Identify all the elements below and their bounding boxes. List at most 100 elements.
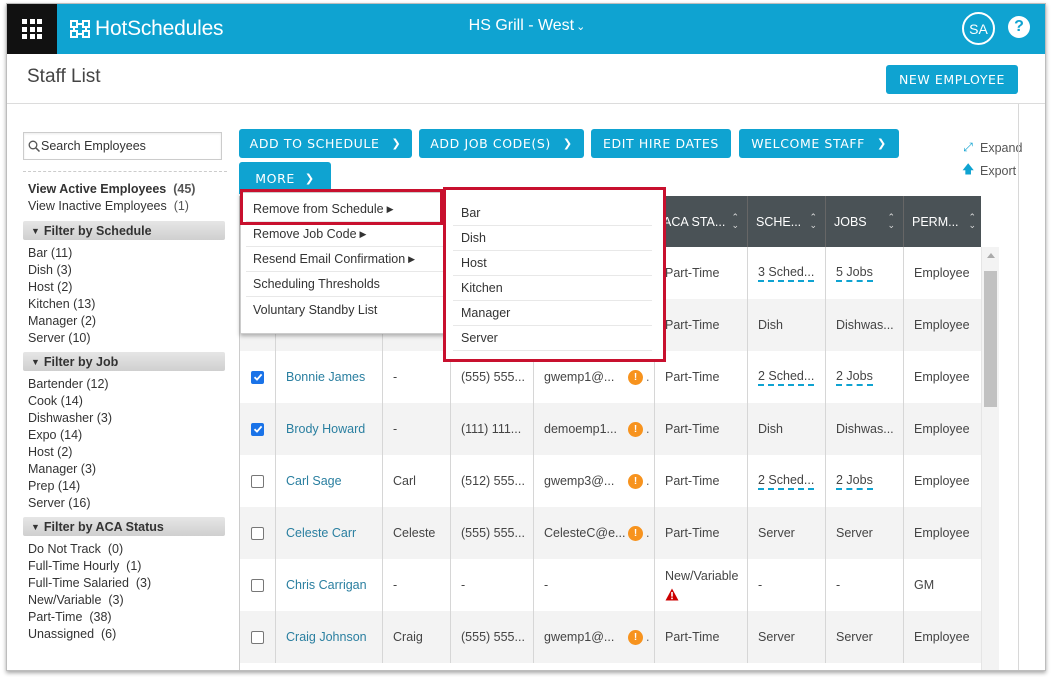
column-header-jobs[interactable]: JOBS ⌃ ⌄ bbox=[826, 196, 904, 247]
new-employee-button[interactable]: NEW EMPLOYEE bbox=[886, 65, 1018, 94]
employee-name-link[interactable]: Bonnie James bbox=[286, 370, 365, 384]
filter-item[interactable]: Cook (14) bbox=[28, 393, 227, 410]
user-avatar[interactable]: SA bbox=[962, 12, 995, 45]
submenu-item[interactable]: Bar bbox=[453, 201, 652, 226]
filter-item[interactable]: Server (10) bbox=[28, 330, 227, 347]
menu-item-remove-from-schedule[interactable]: Remove from Schedule ▶ bbox=[246, 197, 447, 222]
view-label: View Active Employees bbox=[28, 182, 167, 196]
submenu-item[interactable]: Dish bbox=[453, 226, 652, 251]
row-checkbox[interactable] bbox=[251, 526, 264, 540]
hotschedules-logo[interactable]: HotSchedules bbox=[69, 14, 224, 44]
schedules-cell: - bbox=[748, 559, 826, 611]
filter-by-job-header[interactable]: ▼ Filter by Job bbox=[23, 352, 225, 371]
filter-item[interactable]: Part-Time (38) bbox=[28, 609, 227, 626]
row-checkbox[interactable] bbox=[251, 422, 264, 436]
filter-item[interactable]: Full-Time Salaried (3) bbox=[28, 575, 227, 592]
nickname-cell: Craig bbox=[383, 611, 451, 663]
email-warning-icon[interactable]: ! bbox=[628, 473, 643, 489]
submenu-item[interactable]: Server bbox=[453, 326, 652, 351]
search-employees-input[interactable]: Search Employees bbox=[23, 132, 222, 160]
name-cell: Celeste Carr bbox=[276, 507, 383, 559]
filter-item[interactable]: Unassigned (6) bbox=[28, 626, 227, 643]
view-inactive-employees-link[interactable]: View Inactive Employees (1) bbox=[23, 199, 227, 216]
scrollbar-thumb[interactable] bbox=[984, 271, 997, 407]
aca-status-cell: Part-Time bbox=[655, 507, 748, 559]
filter-by-aca-status-header[interactable]: ▼ Filter by ACA Status bbox=[23, 517, 225, 536]
menu-item-remove-job-code[interactable]: Remove Job Code ▶ bbox=[246, 222, 447, 247]
schedules-value[interactable]: 3 Sched... bbox=[758, 265, 815, 282]
edit-hire-dates-button[interactable]: EDIT HIRE DATES bbox=[591, 129, 731, 158]
expand-link[interactable]: ⤢ Expand bbox=[962, 136, 1022, 159]
welcome-staff-button[interactable]: WELCOME STAFF ❯ bbox=[739, 129, 899, 158]
employee-name-link[interactable]: Carl Sage bbox=[286, 474, 342, 488]
menu-item-voluntary-standby-list[interactable]: Voluntary Standby List bbox=[246, 297, 447, 322]
row-checkbox[interactable] bbox=[251, 474, 264, 488]
email-warning-icon[interactable]: ! bbox=[628, 421, 643, 437]
email-warning-icon[interactable]: ! bbox=[628, 369, 643, 385]
name-cell: Carl Sage bbox=[276, 455, 383, 507]
page-title: Staff List bbox=[27, 66, 101, 87]
app-switcher-button[interactable] bbox=[7, 4, 57, 54]
filter-item[interactable]: Kitchen (13) bbox=[28, 296, 227, 313]
more-button[interactable]: MORE ❯ bbox=[239, 162, 331, 194]
phone: (555) 555... bbox=[461, 370, 525, 384]
filter-item[interactable]: Dishwasher (3) bbox=[28, 410, 227, 427]
column-label: ACA STA... bbox=[663, 214, 726, 229]
row-checkbox[interactable] bbox=[251, 370, 264, 384]
submenu-item[interactable]: Kitchen bbox=[453, 276, 652, 301]
filter-item[interactable]: Host (2) bbox=[28, 279, 227, 296]
filter-by-schedule-header[interactable]: ▼ Filter by Schedule bbox=[23, 221, 225, 240]
email: - bbox=[544, 578, 549, 592]
schedules-value[interactable]: 2 Sched... bbox=[758, 369, 815, 386]
email-cell: demoemp1...!. bbox=[534, 403, 655, 455]
schedules-value: Server bbox=[758, 630, 795, 644]
add-to-schedule-button[interactable]: ADD TO SCHEDULE ❯ bbox=[239, 129, 412, 158]
row-checkbox[interactable] bbox=[251, 630, 264, 644]
filter-item[interactable]: Host (2) bbox=[28, 444, 227, 461]
employee-name-link[interactable]: Brody Howard bbox=[286, 422, 365, 436]
column-header-permission[interactable]: PERM... ⌃ ⌄ bbox=[904, 196, 981, 247]
employee-name-link[interactable]: Celeste Carr bbox=[286, 526, 356, 540]
apps-grid-icon bbox=[22, 19, 42, 39]
view-active-employees-link[interactable]: View Active Employees (45) bbox=[23, 182, 227, 199]
filter-item[interactable]: Dish (3) bbox=[28, 262, 227, 279]
scroll-up-arrow-icon[interactable] bbox=[987, 253, 995, 258]
add-job-codes-button[interactable]: ADD JOB CODE(S) ❯ bbox=[419, 129, 584, 158]
submenu-item[interactable]: Manager bbox=[453, 301, 652, 326]
aca-status: Part-Time bbox=[665, 422, 720, 436]
table-scrollbar[interactable] bbox=[981, 247, 999, 670]
menu-item-resend-email-confirmation[interactable]: Resend Email Confirmation ▶ bbox=[246, 247, 447, 272]
filter-item[interactable]: Bartender (12) bbox=[28, 376, 227, 393]
submenu-item[interactable]: Host bbox=[453, 251, 652, 276]
help-icon[interactable]: ? bbox=[1008, 16, 1030, 38]
name-cell: Chris Carrigan bbox=[276, 559, 383, 611]
filter-item[interactable]: Manager (2) bbox=[28, 313, 227, 330]
aca-status: Part-Time bbox=[665, 630, 720, 644]
employee-name-link[interactable]: Craig Johnson bbox=[286, 630, 367, 644]
email: gwemp1@... bbox=[544, 370, 615, 384]
filter-item[interactable]: Manager (3) bbox=[28, 461, 227, 478]
export-link[interactable]: 🡅 Export bbox=[962, 159, 1022, 182]
schedules-value[interactable]: 2 Sched... bbox=[758, 473, 815, 490]
email-warning-icon[interactable]: ! bbox=[628, 629, 643, 645]
filter-item[interactable]: Server (16) bbox=[28, 495, 227, 512]
location-selector[interactable]: HS Grill - West ⌄ bbox=[469, 17, 586, 34]
jobs-value[interactable]: 2 Jobs bbox=[836, 473, 873, 490]
filter-item[interactable]: New/Variable (3) bbox=[28, 592, 227, 609]
email-warning-icon[interactable]: ! bbox=[628, 525, 643, 541]
jobs-value[interactable]: 2 Jobs bbox=[836, 369, 873, 386]
filter-item[interactable]: Bar (11) bbox=[28, 245, 227, 262]
jobs-value[interactable]: 5 Jobs bbox=[836, 265, 873, 282]
filter-item[interactable]: Prep (14) bbox=[28, 478, 227, 495]
employee-name-link[interactable]: Chris Carrigan bbox=[286, 578, 367, 592]
caret-down-icon: ▼ bbox=[31, 356, 40, 367]
menu-item-scheduling-thresholds[interactable]: Scheduling Thresholds bbox=[246, 272, 447, 297]
nickname-cell: - bbox=[383, 351, 451, 403]
alert-triangle-icon[interactable] bbox=[665, 588, 679, 601]
filter-item[interactable]: Full-Time Hourly (1) bbox=[28, 558, 227, 575]
column-header-schedules[interactable]: SCHE... ⌃ ⌄ bbox=[748, 196, 826, 247]
filter-item[interactable]: Expo (14) bbox=[28, 427, 227, 444]
filter-item[interactable]: Do Not Track (0) bbox=[28, 541, 227, 558]
column-header-aca-status[interactable]: ACA STA... ⌃ ⌄ bbox=[655, 196, 748, 247]
row-checkbox[interactable] bbox=[251, 578, 264, 592]
